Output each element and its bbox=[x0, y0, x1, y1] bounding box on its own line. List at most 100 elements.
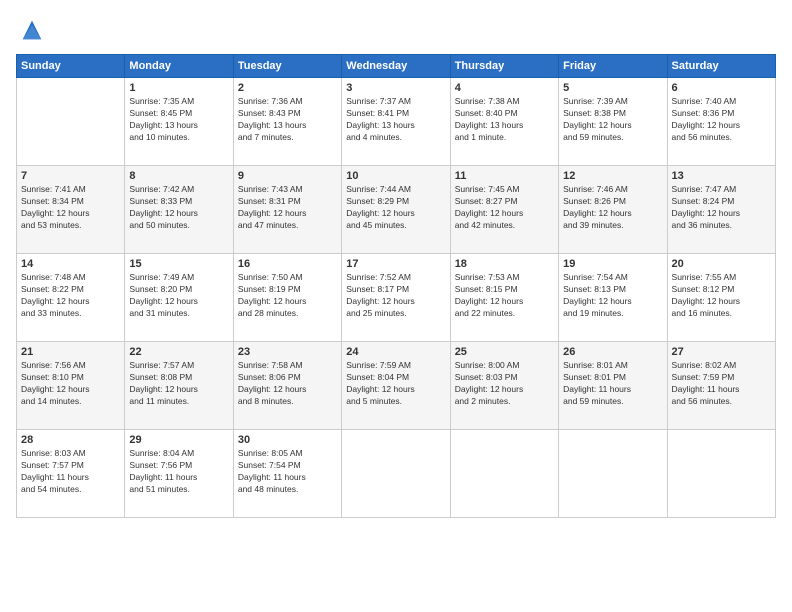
day-info: Sunrise: 7:42 AMSunset: 8:33 PMDaylight:… bbox=[129, 184, 228, 232]
column-header-saturday: Saturday bbox=[667, 55, 775, 78]
calendar-cell: 23 Sunrise: 7:58 AMSunset: 8:06 PMDayligh… bbox=[233, 342, 341, 430]
day-number: 19 bbox=[563, 258, 662, 270]
day-info: Sunrise: 7:54 AMSunset: 8:13 PMDaylight:… bbox=[563, 272, 662, 320]
calendar-cell: 8 Sunrise: 7:42 AMSunset: 8:33 PMDaylight… bbox=[125, 166, 233, 254]
day-number: 11 bbox=[455, 170, 554, 182]
day-number: 21 bbox=[21, 346, 120, 358]
calendar-cell: 25 Sunrise: 8:00 AMSunset: 8:03 PMDayligh… bbox=[450, 342, 558, 430]
day-number: 17 bbox=[346, 258, 445, 270]
day-number: 25 bbox=[455, 346, 554, 358]
day-info: Sunrise: 8:02 AMSunset: 7:59 PMDaylight:… bbox=[672, 360, 771, 408]
column-header-monday: Monday bbox=[125, 55, 233, 78]
calendar-cell bbox=[342, 430, 450, 518]
calendar-cell bbox=[450, 430, 558, 518]
day-info: Sunrise: 7:53 AMSunset: 8:15 PMDaylight:… bbox=[455, 272, 554, 320]
calendar-cell: 29Sunrise: 8:04 AMSunset: 7:56 PMDayligh… bbox=[125, 430, 233, 518]
day-number: 2 bbox=[238, 82, 337, 94]
day-number: 26 bbox=[563, 346, 662, 358]
calendar-cell: 22 Sunrise: 7:57 AMSunset: 8:08 PMDayligh… bbox=[125, 342, 233, 430]
column-header-friday: Friday bbox=[559, 55, 667, 78]
calendar-cell bbox=[559, 430, 667, 518]
calendar-cell: 15 Sunrise: 7:49 AMSunset: 8:20 PMDayligh… bbox=[125, 254, 233, 342]
calendar-cell: 26 Sunrise: 8:01 AMSunset: 8:01 PMDayligh… bbox=[559, 342, 667, 430]
day-info: Sunrise: 7:55 AMSunset: 8:12 PMDaylight:… bbox=[672, 272, 771, 320]
day-info: Sunrise: 7:35 AMSunset: 8:45 PMDaylight:… bbox=[129, 96, 228, 144]
logo bbox=[16, 16, 46, 44]
day-info: Sunrise: 7:36 AMSunset: 8:43 PMDaylight:… bbox=[238, 96, 337, 144]
calendar-table: SundayMondayTuesdayWednesdayThursdayFrid… bbox=[16, 54, 776, 518]
calendar-cell: 2 Sunrise: 7:36 AMSunset: 8:43 PMDaylight… bbox=[233, 78, 341, 166]
day-number: 28 bbox=[21, 434, 120, 446]
calendar-cell: 16 Sunrise: 7:50 AMSunset: 8:19 PMDayligh… bbox=[233, 254, 341, 342]
day-number: 7 bbox=[21, 170, 120, 182]
day-number: 30 bbox=[238, 434, 337, 446]
day-info: Sunrise: 8:03 AMSunset: 7:57 PMDaylight:… bbox=[21, 448, 120, 496]
column-header-sunday: Sunday bbox=[17, 55, 125, 78]
day-info: Sunrise: 7:41 AMSunset: 8:34 PMDaylight:… bbox=[21, 184, 120, 232]
day-number: 3 bbox=[346, 82, 445, 94]
day-info: Sunrise: 7:37 AMSunset: 8:41 PMDaylight:… bbox=[346, 96, 445, 144]
calendar-cell: 19 Sunrise: 7:54 AMSunset: 8:13 PMDayligh… bbox=[559, 254, 667, 342]
calendar-cell: 5 Sunrise: 7:39 AMSunset: 8:38 PMDaylight… bbox=[559, 78, 667, 166]
day-number: 5 bbox=[563, 82, 662, 94]
day-info: Sunrise: 7:57 AMSunset: 8:08 PMDaylight:… bbox=[129, 360, 228, 408]
calendar-cell: 21 Sunrise: 7:56 AMSunset: 8:10 PMDayligh… bbox=[17, 342, 125, 430]
column-header-thursday: Thursday bbox=[450, 55, 558, 78]
day-info: Sunrise: 7:45 AMSunset: 8:27 PMDaylight:… bbox=[455, 184, 554, 232]
day-number: 24 bbox=[346, 346, 445, 358]
day-number: 27 bbox=[672, 346, 771, 358]
page-header bbox=[16, 16, 776, 44]
day-number: 15 bbox=[129, 258, 228, 270]
calendar-cell: 6Sunrise: 7:40 AMSunset: 8:36 PMDaylight… bbox=[667, 78, 775, 166]
calendar-cell: 10Sunrise: 7:44 AMSunset: 8:29 PMDayligh… bbox=[342, 166, 450, 254]
day-number: 18 bbox=[455, 258, 554, 270]
day-number: 23 bbox=[238, 346, 337, 358]
day-info: Sunrise: 8:00 AMSunset: 8:03 PMDaylight:… bbox=[455, 360, 554, 408]
day-number: 4 bbox=[455, 82, 554, 94]
day-info: Sunrise: 7:40 AMSunset: 8:36 PMDaylight:… bbox=[672, 96, 771, 144]
day-number: 1 bbox=[129, 82, 228, 94]
day-info: Sunrise: 7:47 AMSunset: 8:24 PMDaylight:… bbox=[672, 184, 771, 232]
day-number: 20 bbox=[672, 258, 771, 270]
day-number: 10 bbox=[346, 170, 445, 182]
calendar-cell: 18 Sunrise: 7:53 AMSunset: 8:15 PMDayligh… bbox=[450, 254, 558, 342]
calendar-cell: 24Sunrise: 7:59 AMSunset: 8:04 PMDayligh… bbox=[342, 342, 450, 430]
calendar-cell: 13 Sunrise: 7:47 AMSunset: 8:24 PMDayligh… bbox=[667, 166, 775, 254]
day-number: 16 bbox=[238, 258, 337, 270]
day-info: Sunrise: 7:50 AMSunset: 8:19 PMDaylight:… bbox=[238, 272, 337, 320]
day-info: Sunrise: 8:01 AMSunset: 8:01 PMDaylight:… bbox=[563, 360, 662, 408]
calendar-cell bbox=[17, 78, 125, 166]
calendar-cell bbox=[667, 430, 775, 518]
day-number: 9 bbox=[238, 170, 337, 182]
calendar-cell: 14Sunrise: 7:48 AMSunset: 8:22 PMDayligh… bbox=[17, 254, 125, 342]
calendar-cell: 30 Sunrise: 8:05 AMSunset: 7:54 PMDayligh… bbox=[233, 430, 341, 518]
day-number: 22 bbox=[129, 346, 228, 358]
day-info: Sunrise: 7:46 AMSunset: 8:26 PMDaylight:… bbox=[563, 184, 662, 232]
calendar-cell: 17 Sunrise: 7:52 AMSunset: 8:17 PMDayligh… bbox=[342, 254, 450, 342]
calendar-cell: 7 Sunrise: 7:41 AMSunset: 8:34 PMDaylight… bbox=[17, 166, 125, 254]
day-number: 14 bbox=[21, 258, 120, 270]
calendar-cell: 9 Sunrise: 7:43 AMSunset: 8:31 PMDaylight… bbox=[233, 166, 341, 254]
calendar-cell: 20 Sunrise: 7:55 AMSunset: 8:12 PMDayligh… bbox=[667, 254, 775, 342]
week-row-2: 7 Sunrise: 7:41 AMSunset: 8:34 PMDaylight… bbox=[17, 166, 776, 254]
day-info: Sunrise: 7:58 AMSunset: 8:06 PMDaylight:… bbox=[238, 360, 337, 408]
day-info: Sunrise: 7:43 AMSunset: 8:31 PMDaylight:… bbox=[238, 184, 337, 232]
day-info: Sunrise: 7:38 AMSunset: 8:40 PMDaylight:… bbox=[455, 96, 554, 144]
calendar-cell: 12Sunrise: 7:46 AMSunset: 8:26 PMDayligh… bbox=[559, 166, 667, 254]
calendar-cell: 28 Sunrise: 8:03 AMSunset: 7:57 PMDayligh… bbox=[17, 430, 125, 518]
calendar-cell: 11 Sunrise: 7:45 AMSunset: 8:27 PMDayligh… bbox=[450, 166, 558, 254]
week-row-1: 1 Sunrise: 7:35 AMSunset: 8:45 PMDaylight… bbox=[17, 78, 776, 166]
week-row-5: 28 Sunrise: 8:03 AMSunset: 7:57 PMDayligh… bbox=[17, 430, 776, 518]
logo-icon bbox=[18, 16, 46, 44]
calendar-cell: 3 Sunrise: 7:37 AMSunset: 8:41 PMDaylight… bbox=[342, 78, 450, 166]
column-header-wednesday: Wednesday bbox=[342, 55, 450, 78]
day-info: Sunrise: 7:56 AMSunset: 8:10 PMDaylight:… bbox=[21, 360, 120, 408]
day-info: Sunrise: 7:39 AMSunset: 8:38 PMDaylight:… bbox=[563, 96, 662, 144]
day-number: 13 bbox=[672, 170, 771, 182]
day-number: 8 bbox=[129, 170, 228, 182]
calendar-cell: 1 Sunrise: 7:35 AMSunset: 8:45 PMDaylight… bbox=[125, 78, 233, 166]
day-info: Sunrise: 7:52 AMSunset: 8:17 PMDaylight:… bbox=[346, 272, 445, 320]
day-info: Sunrise: 7:49 AMSunset: 8:20 PMDaylight:… bbox=[129, 272, 228, 320]
calendar-header-row: SundayMondayTuesdayWednesdayThursdayFrid… bbox=[17, 55, 776, 78]
day-info: Sunrise: 8:05 AMSunset: 7:54 PMDaylight:… bbox=[238, 448, 337, 496]
